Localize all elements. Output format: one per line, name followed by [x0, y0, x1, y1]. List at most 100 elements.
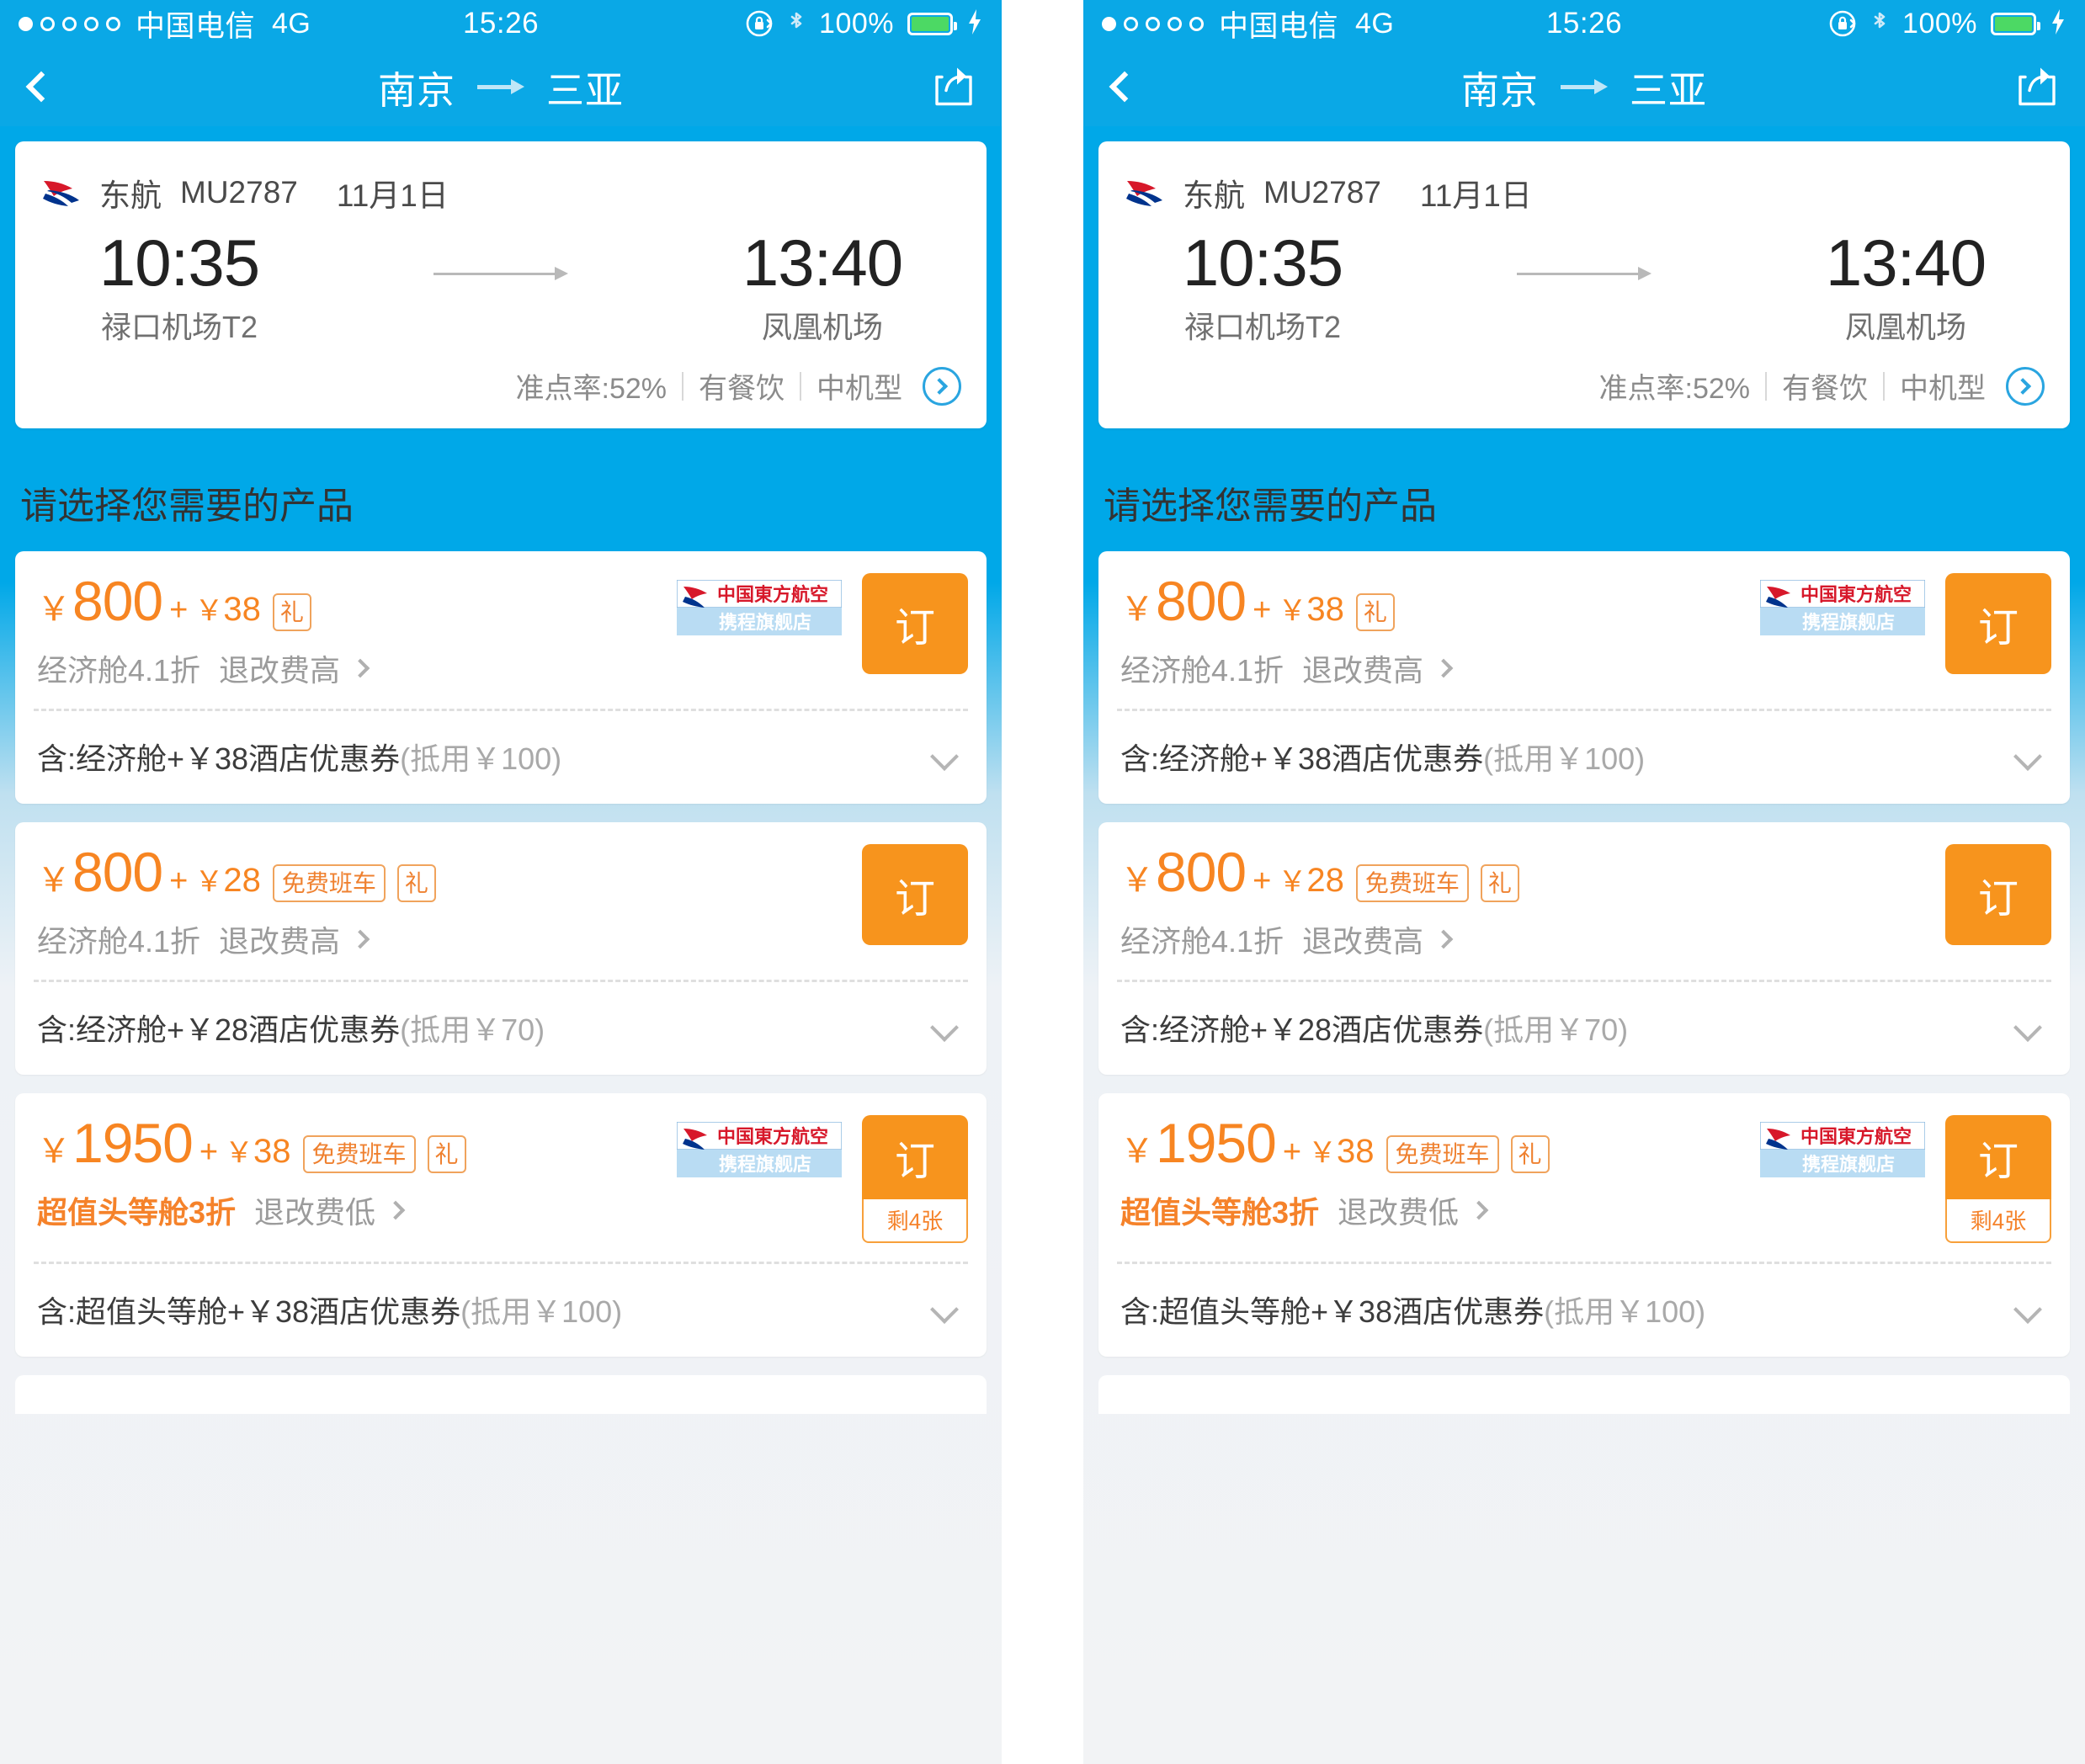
- next-product-card-peek[interactable]: [1098, 1375, 2070, 1415]
- plus-symbol: +: [1282, 1134, 1302, 1171]
- product-price: 800: [1156, 841, 1247, 904]
- product-info: ￥ 1950 + ￥ 38 免费班车礼 超值头等舱3折 退改费低: [37, 1115, 668, 1232]
- back-button[interactable]: [22, 61, 61, 112]
- airline-name: 东航: [99, 178, 162, 213]
- cabin-row[interactable]: 经济舱4.1折 退改费高: [37, 646, 668, 690]
- currency-symbol: ￥: [1120, 862, 1154, 900]
- cabin-row[interactable]: 超值头等舱3折 退改费低: [1120, 1188, 1752, 1232]
- cabin-class: 超值头等舱3折: [1120, 1195, 1320, 1230]
- chevron-down-icon[interactable]: [930, 742, 959, 772]
- origin-city: 南京: [377, 68, 455, 112]
- product-info: ￥ 800 + ￥ 38 礼 经济舱4.1折 退改费高: [37, 573, 668, 690]
- cabin-row[interactable]: 经济舱4.1折 退改费高: [37, 917, 862, 961]
- china-eastern-logo: [1124, 176, 1167, 210]
- chevron-right-icon[interactable]: [1433, 658, 1454, 678]
- flight-meta-row[interactable]: 准点率:52% 有餐饮 中机型: [40, 365, 961, 406]
- chevron-right-icon[interactable]: [386, 1200, 406, 1220]
- product-main-row: ￥ 1950 + ￥ 38 免费班车礼 超值头等舱3折 退改费低 中国東方航空: [1098, 1093, 2070, 1262]
- plus-symbol: +: [199, 1134, 219, 1171]
- rotation-lock-icon: [1828, 9, 1857, 38]
- chevron-right-circle-icon[interactable]: [2006, 366, 2045, 406]
- flight-meta-row[interactable]: 准点率:52% 有餐饮 中机型: [1124, 365, 2045, 406]
- product-tag: 礼: [1480, 864, 1519, 903]
- flagship-store-badge: 中国東方航空 携程旗舰店: [1759, 1121, 1926, 1178]
- phone-screen-left: 中国电信 4G 15:26 100% 南京 三亚 东航 MU2787 11月1日…: [0, 0, 1002, 1764]
- book-button[interactable]: 订: [862, 1115, 968, 1200]
- refund-policy: 退改费低: [254, 1195, 376, 1230]
- product-price: 800: [72, 570, 163, 633]
- chevron-down-icon[interactable]: [2013, 1295, 2042, 1325]
- arrival-block: 13:40 凤凰机场: [1767, 227, 2045, 347]
- share-button[interactable]: [2014, 61, 2060, 113]
- cabin-row[interactable]: 超值头等舱3折 退改费低: [37, 1188, 668, 1232]
- chevron-left-icon: [1109, 71, 1141, 103]
- product-include-row[interactable]: 含:经济舱+￥38酒店优惠券(抵用￥100): [15, 711, 987, 804]
- chevron-right-icon[interactable]: [350, 658, 370, 678]
- chevron-down-icon[interactable]: [930, 1013, 959, 1043]
- book-button[interactable]: 订: [1945, 573, 2051, 675]
- book-button[interactable]: 订: [1945, 1115, 2051, 1200]
- product-include-row[interactable]: 含:超值头等舱+￥38酒店优惠券(抵用￥100): [15, 1264, 987, 1357]
- product-include-row[interactable]: 含:经济舱+￥28酒店优惠券(抵用￥70): [15, 982, 987, 1075]
- cabin-class: 经济舱4.1折: [1120, 924, 1285, 959]
- chevron-right-circle-icon[interactable]: [923, 366, 961, 406]
- product-tag: 免费班车: [1355, 864, 1469, 903]
- include-description: 含:超值头等舱+￥38酒店优惠券(抵用￥100): [37, 1294, 623, 1330]
- product-include-row[interactable]: 含:经济舱+￥38酒店优惠券(抵用￥100): [1098, 711, 2070, 804]
- book-area: 订 剩4张: [862, 1115, 968, 1244]
- cabin-row[interactable]: 经济舱4.1折 退改费高: [1120, 917, 1945, 961]
- include-discount: (抵用￥100): [1544, 1294, 1706, 1330]
- cabin-row[interactable]: 经济舱4.1折 退改费高: [1120, 646, 1752, 690]
- include-discount: (抵用￥100): [460, 1294, 623, 1330]
- chevron-down-icon[interactable]: [2013, 742, 2042, 772]
- nav-bar: 南京 三亚: [1083, 47, 2085, 126]
- on-time-rate: 准点率:52%: [515, 373, 668, 406]
- product-tag: 礼: [1355, 593, 1395, 632]
- flagship-store-badge: 中国東方航空 携程旗舰店: [676, 579, 843, 636]
- product-list: ￥ 800 + ￥ 38 礼 经济舱4.1折 退改费高 中国東方航空 携程旗舰店…: [1083, 551, 2085, 1358]
- chevron-right-icon[interactable]: [1433, 929, 1454, 949]
- chevron-right-icon[interactable]: [350, 929, 370, 949]
- product-fee: 28: [223, 862, 261, 900]
- fee-currency-symbol: ￥: [194, 595, 224, 628]
- page-title: 请选择您需要的产品: [1104, 486, 1437, 528]
- dual-screenshot-stage: 中国电信 4G 15:26 100% 南京 三亚 东航 MU2787 11月1日…: [0, 0, 2085, 1764]
- flight-date: 11月1日: [1419, 178, 1532, 213]
- book-button[interactable]: 订: [1945, 844, 2051, 946]
- product-include-row[interactable]: 含:超值头等舱+￥38酒店优惠券(抵用￥100): [1098, 1264, 2070, 1357]
- product-price: 800: [1156, 570, 1247, 633]
- product-tag: 礼: [396, 864, 436, 903]
- product-tag: 礼: [272, 593, 311, 632]
- meal-info: 有餐饮: [699, 373, 785, 406]
- book-button[interactable]: 订: [862, 844, 968, 946]
- departure-time: 10:35: [1182, 226, 1343, 300]
- product-fee: 38: [1337, 1133, 1375, 1171]
- flagship-store-badge: 中国東方航空 携程旗舰店: [676, 1121, 843, 1178]
- currency-symbol: ￥: [1120, 1133, 1154, 1171]
- product-card: ￥ 800 + ￥ 28 免费班车礼 经济舱4.1折 退改费高 订 含:经济舱+…: [1098, 822, 2070, 1076]
- cabin-class: 经济舱4.1折: [1120, 653, 1285, 688]
- arrow-right-icon: [1561, 78, 1608, 95]
- product-price: 1950: [1156, 1112, 1277, 1175]
- chevron-right-icon[interactable]: [1469, 1200, 1489, 1220]
- chevron-down-icon[interactable]: [930, 1295, 959, 1325]
- next-product-card-peek[interactable]: [15, 1375, 987, 1415]
- page-title: 请选择您需要的产品: [20, 486, 354, 528]
- battery-icon: [907, 12, 957, 35]
- book-area: 订: [862, 573, 968, 675]
- book-button[interactable]: 订: [862, 573, 968, 675]
- svg-text:携程旗舰店: 携程旗舰店: [1802, 1154, 1895, 1175]
- back-button[interactable]: [1105, 61, 1144, 112]
- destination-city: 三亚: [546, 68, 625, 112]
- arrival-time: 13:40: [742, 226, 903, 300]
- product-tag: 礼: [1510, 1135, 1550, 1174]
- include-description: 含:经济舱+￥38酒店优惠券(抵用￥100): [37, 741, 562, 777]
- share-button[interactable]: [931, 61, 976, 113]
- flight-arrow: [1402, 227, 1767, 280]
- svg-text:携程旗舰店: 携程旗舰店: [1802, 612, 1895, 633]
- chevron-down-icon[interactable]: [2013, 1013, 2042, 1043]
- flight-summary-card: 东航 MU2787 11月1日 10:35 禄口机场T2 13:40 凤凰机场 …: [15, 141, 987, 429]
- product-include-row[interactable]: 含:经济舱+￥28酒店优惠券(抵用￥70): [1098, 982, 2070, 1075]
- product-info: ￥ 800 + ￥ 28 免费班车礼 经济舱4.1折 退改费高: [1120, 844, 1945, 961]
- product-main-row: ￥ 800 + ￥ 38 礼 经济舱4.1折 退改费高 中国東方航空 携程旗舰店…: [1098, 551, 2070, 709]
